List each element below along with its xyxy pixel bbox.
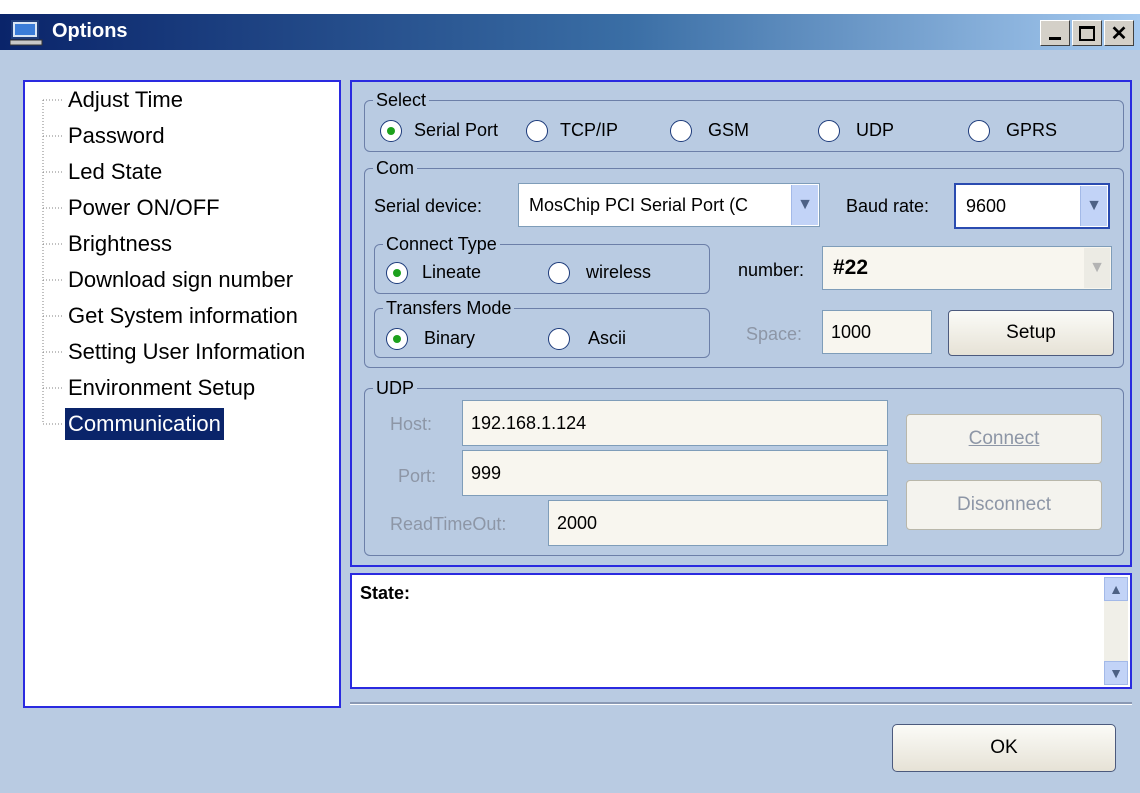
top-margin [0, 0, 1140, 14]
host-field[interactable]: 192.168.1.124 [462, 400, 888, 446]
number-combo[interactable]: #22 ▼ [822, 246, 1112, 290]
readtimeout-label: ReadTimeOut: [390, 514, 507, 534]
tree-item-download-sign-number[interactable]: Download sign number [65, 264, 296, 296]
readtimeout-field[interactable]: 2000 [548, 500, 888, 546]
tree-item-led-state[interactable]: Led State [65, 156, 165, 188]
computer-icon [10, 20, 43, 46]
separator-line [350, 702, 1132, 705]
baud-rate-value: 9600 [966, 195, 1007, 216]
window-title: Options [52, 20, 128, 42]
options-tree[interactable]: Adjust Time Password Led State Power ON/… [23, 80, 341, 708]
transfers-mode-legend: Transfers Mode [386, 298, 512, 318]
udp-legend: UDP [376, 378, 415, 398]
radio-gprs[interactable] [968, 120, 990, 142]
minimize-icon [1049, 36, 1061, 40]
baud-rate-combo[interactable]: 9600 ▼ [954, 183, 1110, 229]
radio-wireless-label: wireless [586, 262, 652, 282]
radio-lineate-label: Lineate [422, 262, 482, 282]
tree-item-power[interactable]: Power ON/OFF [65, 192, 223, 224]
setup-button[interactable]: Setup [948, 310, 1114, 356]
radio-binary[interactable] [386, 328, 408, 350]
state-scrollbar[interactable]: ▲ ▼ [1104, 577, 1128, 685]
serial-device-value: MosChip PCI Serial Port (C [529, 194, 749, 215]
chevron-down-icon[interactable]: ▼ [1084, 248, 1110, 288]
radio-wireless[interactable] [548, 262, 570, 284]
tree-item-setting-user-information[interactable]: Setting User Information [65, 336, 308, 368]
number-value: #22 [833, 256, 869, 279]
radio-serial-port-label: Serial Port [414, 120, 499, 140]
tree-item-get-system-information[interactable]: Get System information [65, 300, 301, 332]
radio-binary-label: Binary [424, 328, 476, 348]
close-button[interactable]: ✕ [1104, 20, 1134, 46]
radio-serial-port[interactable] [380, 120, 402, 142]
chevron-down-icon[interactable]: ▼ [1080, 186, 1107, 226]
connect-button[interactable]: Connect [906, 414, 1102, 464]
number-label: number: [738, 260, 805, 280]
scroll-up-icon[interactable]: ▲ [1104, 577, 1128, 601]
state-box[interactable]: State: ▲ ▼ [350, 573, 1132, 689]
ok-button[interactable]: OK [892, 724, 1116, 772]
host-label: Host: [390, 414, 433, 434]
tree-item-password[interactable]: Password [65, 120, 168, 152]
communication-panel: Select Serial Port TCP/IP GSM UDP GPRS C… [350, 80, 1132, 567]
close-icon: ✕ [1110, 22, 1128, 45]
port-label: Port: [398, 466, 437, 486]
title-bar[interactable]: Options ✕ [0, 14, 1140, 50]
serial-device-label: Serial device: [374, 196, 483, 216]
radio-gsm[interactable] [670, 120, 692, 142]
tree-item-communication[interactable]: Communication [65, 408, 224, 440]
tree-item-brightness[interactable]: Brightness [65, 228, 175, 260]
space-label: Space: [746, 324, 803, 344]
radio-gprs-label: GPRS [1006, 120, 1058, 140]
radio-tcpip[interactable] [526, 120, 548, 142]
state-label: State: [360, 583, 411, 603]
baud-rate-label: Baud rate: [846, 196, 930, 216]
connect-button-label: Connect [968, 428, 1040, 449]
serial-device-combo[interactable]: MosChip PCI Serial Port (C ▼ [518, 183, 820, 227]
radio-tcpip-label: TCP/IP [560, 120, 619, 140]
disconnect-button[interactable]: Disconnect [906, 480, 1102, 530]
minimize-button[interactable] [1040, 20, 1070, 46]
radio-ascii-label: Ascii [588, 328, 627, 348]
radio-gsm-label: GSM [708, 120, 750, 140]
space-field[interactable]: 1000 [822, 310, 932, 354]
select-legend: Select [376, 90, 427, 110]
scroll-down-icon[interactable]: ▼ [1104, 661, 1128, 685]
radio-udp-label: UDP [856, 120, 895, 140]
connect-type-legend: Connect Type [386, 234, 497, 254]
radio-lineate[interactable] [386, 262, 408, 284]
ok-button-label: OK [990, 737, 1018, 758]
maximize-button[interactable] [1072, 20, 1102, 46]
chevron-down-icon[interactable]: ▼ [791, 185, 818, 225]
port-field[interactable]: 999 [462, 450, 888, 496]
radio-udp[interactable] [818, 120, 840, 142]
com-legend: Com [376, 158, 415, 178]
radio-ascii[interactable] [548, 328, 570, 350]
maximize-icon [1079, 25, 1095, 41]
tree-item-adjust-time[interactable]: Adjust Time [65, 84, 186, 116]
tree-item-environment-setup[interactable]: Environment Setup [65, 372, 258, 404]
disconnect-button-label: Disconnect [957, 494, 1051, 515]
